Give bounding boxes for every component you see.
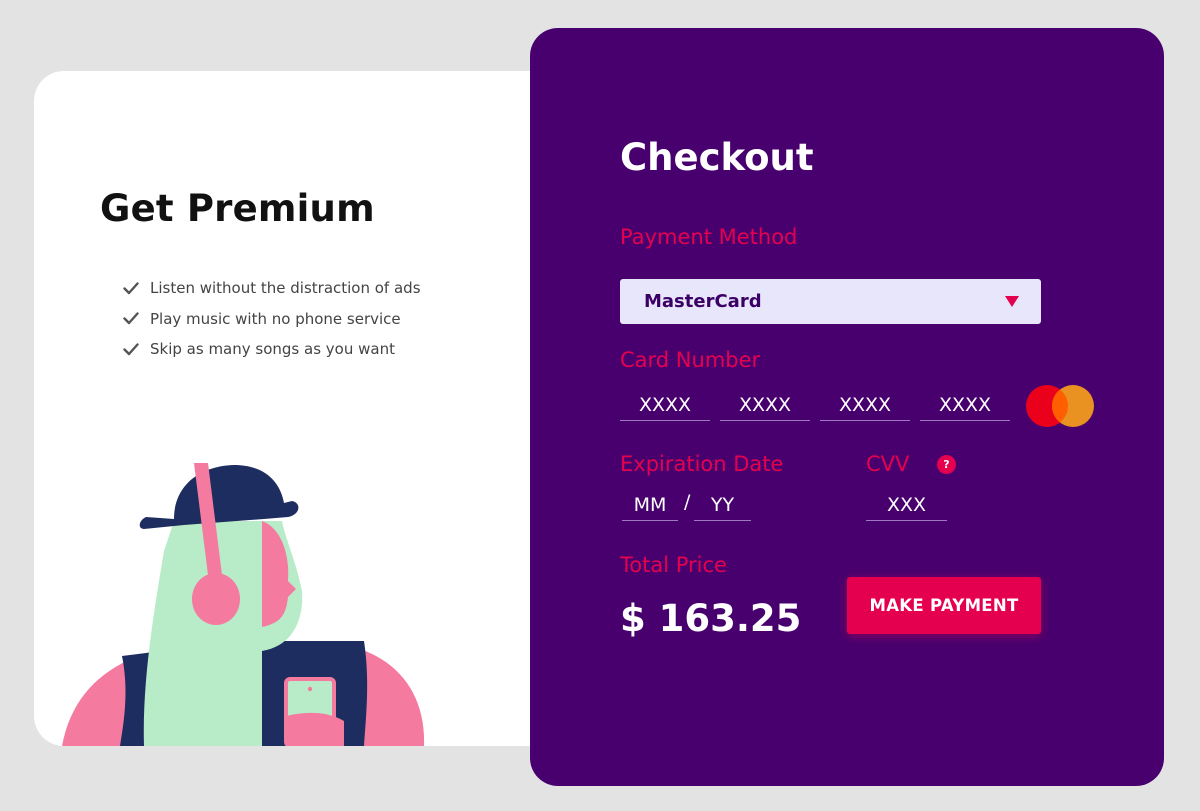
checkout-card: Checkout Payment Method MasterCard Card … [530,28,1164,786]
benefit-text: Play music with no phone service [150,309,401,328]
benefit-text: Skip as many songs as you want [150,340,395,359]
listener-illustration [62,463,425,746]
premium-card: Get Premium Listen without the distracti… [34,71,594,746]
check-icon [122,340,140,358]
card-number-field-2[interactable]: XXXX [720,389,810,421]
card-number-field-3[interactable]: XXXX [820,389,910,421]
expiration-year-field[interactable]: YY [694,489,751,521]
benefit-text: Listen without the distraction of ads [150,279,421,298]
card-number-field-4[interactable]: XXXX [920,389,1010,421]
benefit-item: Skip as many songs as you want [122,334,421,365]
benefits-list: Listen without the distraction of ads Pl… [122,273,421,365]
card-number-field-1[interactable]: XXXX [620,389,710,421]
check-icon [122,310,140,328]
payment-method-select[interactable]: MasterCard [620,279,1041,324]
benefit-item: Listen without the distraction of ads [122,273,421,304]
cvv-label: CVV [866,452,910,476]
total-price-value: $ 163.25 [620,597,802,640]
payment-method-label: Payment Method [620,225,798,249]
make-payment-button[interactable]: MAKE PAYMENT [847,577,1041,634]
expiration-month-field[interactable]: MM [622,489,678,521]
page: Get Premium Listen without the distracti… [0,0,1200,811]
check-icon [122,279,140,297]
total-price-label: Total Price [620,553,727,577]
premium-title: Get Premium [100,187,375,230]
help-icon[interactable]: ? [937,455,956,474]
payment-method-value: MasterCard [644,291,762,312]
date-separator: / [684,491,691,513]
cvv-field[interactable]: XXX [866,489,947,521]
mastercard-icon [1026,385,1094,427]
card-number-label: Card Number [620,348,761,372]
caret-down-icon [1005,296,1019,307]
expiration-date-label: Expiration Date [620,452,784,476]
checkout-title: Checkout [620,136,814,179]
benefit-item: Play music with no phone service [122,304,421,335]
